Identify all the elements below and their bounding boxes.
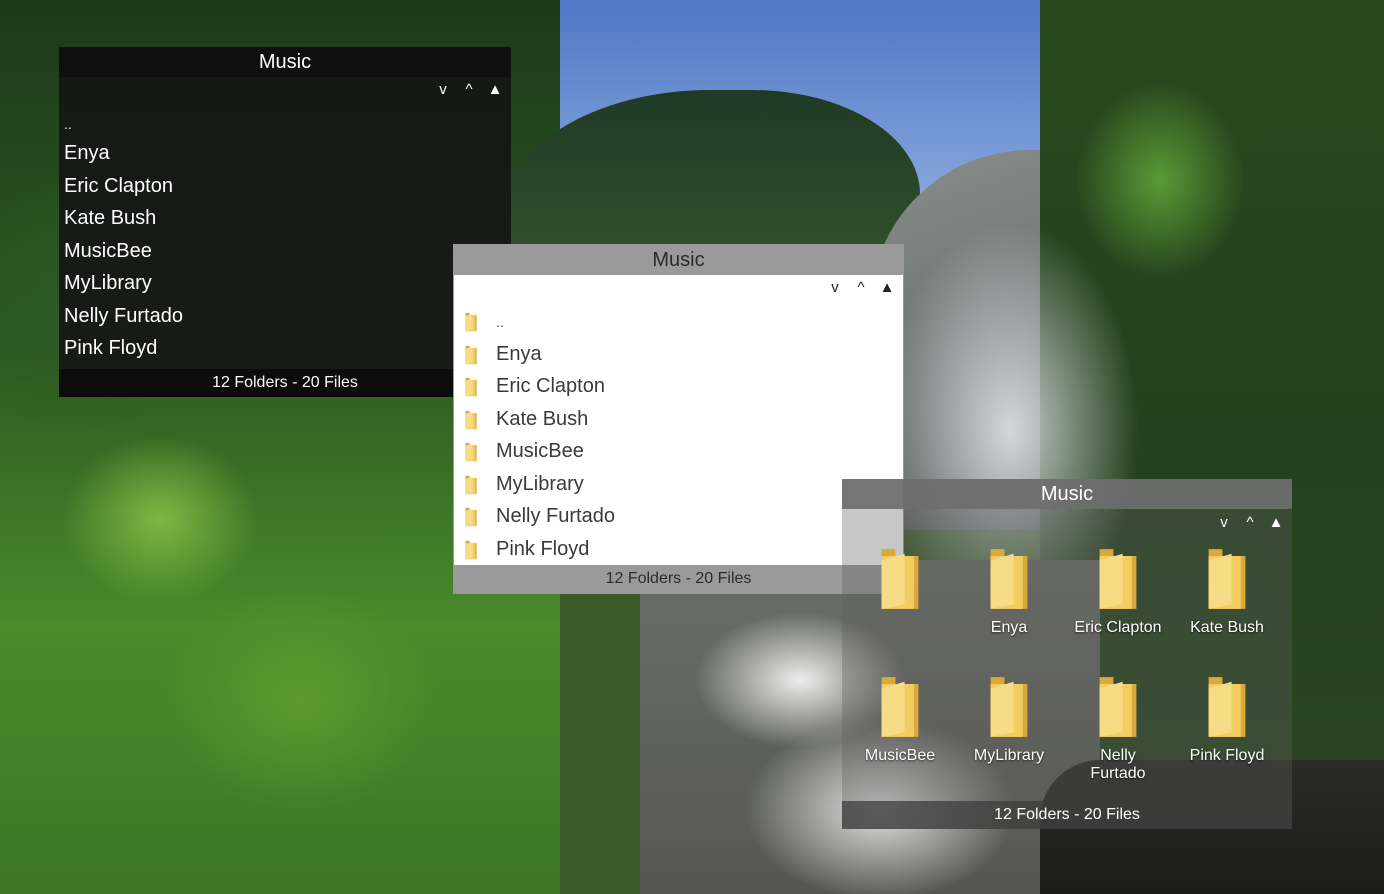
folder-icon (464, 345, 478, 365)
list-item[interactable]: MyLibrary (59, 267, 511, 300)
folder-icon (1095, 673, 1141, 741)
folder-tile-label: Kate Bush (1190, 619, 1264, 636)
list-item-label: MyLibrary (496, 472, 584, 495)
folder-tile[interactable]: MusicBee (846, 673, 954, 765)
folder-icon (877, 545, 923, 613)
scroll-up-button[interactable]: ^ (461, 81, 477, 98)
folder-icon (464, 410, 478, 430)
list-item[interactable]: Pink Floyd (59, 332, 511, 365)
window-title[interactable]: Music (842, 479, 1292, 509)
list-item[interactable]: Enya (454, 338, 903, 371)
list-item-label: .. (496, 314, 504, 330)
list-item[interactable]: Pink Floyd (454, 533, 903, 566)
folder-icon (464, 312, 478, 332)
list-item-parent[interactable]: .. (454, 305, 903, 338)
list-item-label: Pink Floyd (496, 537, 590, 560)
list-item[interactable]: Eric Clapton (454, 370, 903, 403)
folder-icon (464, 540, 478, 560)
scroll-up-button[interactable]: ^ (853, 279, 869, 296)
folder-list: .. Enya Eric Clapton Kate Bush MusicBee … (59, 111, 511, 365)
folder-tile-label: MusicBee (864, 747, 936, 764)
list-item[interactable]: Kate Bush (454, 403, 903, 436)
scroll-down-button[interactable]: v (1216, 514, 1232, 531)
scroll-down-button[interactable]: v (435, 81, 451, 98)
list-item[interactable]: Eric Clapton (59, 170, 511, 203)
folder-tile[interactable]: Enya (955, 545, 1063, 637)
folder-list: .. Enya Eric Clapton Kate Bush MusicBee MyLib… (454, 305, 903, 565)
folder-icon (877, 673, 923, 741)
list-item-label: Enya (496, 342, 542, 365)
list-item[interactable]: MyLibrary (454, 468, 903, 501)
window-controls: v ^ ▲ (827, 279, 895, 296)
folder-icon (464, 507, 478, 527)
list-item-parent[interactable]: .. (59, 111, 511, 137)
folder-tile-label: Enya (990, 619, 1028, 636)
window-controls: v ^ ▲ (1216, 514, 1284, 531)
go-to-top-button[interactable]: ▲ (1268, 514, 1284, 531)
status-bar: 12 Folders - 20 Files (842, 801, 1292, 829)
folder-tile[interactable]: MyLibrary (955, 673, 1063, 765)
music-window-icon-grid[interactable]: Music v ^ ▲ Enya Eric Clapton Kate Bush Mus… (842, 479, 1292, 829)
music-window-dark-list[interactable]: Music v ^ ▲ .. Enya Eric Clapton Kate Bu… (59, 47, 511, 397)
folder-tile[interactable]: Nelly Furtado (1064, 673, 1172, 783)
folder-icon (1095, 545, 1141, 613)
window-title[interactable]: Music (59, 47, 511, 77)
folder-icon (464, 475, 478, 495)
status-bar: 12 Folders - 20 Files (454, 565, 903, 593)
folder-icon (1204, 673, 1250, 741)
folder-tile-label: Pink Floyd (1189, 747, 1265, 764)
go-to-top-button[interactable]: ▲ (487, 81, 503, 98)
window-controls: v ^ ▲ (435, 81, 503, 98)
status-bar: 12 Folders - 20 Files (59, 369, 511, 397)
list-item-label: Kate Bush (496, 407, 589, 430)
list-item-label: MusicBee (496, 440, 584, 462)
go-to-top-button[interactable]: ▲ (879, 279, 895, 296)
folder-tile-label: Eric Clapton (1074, 619, 1162, 636)
folder-tile-label: MyLibrary (973, 747, 1045, 764)
scroll-up-button[interactable]: ^ (1242, 514, 1258, 531)
list-item[interactable]: Kate Bush (59, 202, 511, 235)
list-item-label: Eric Clapton (496, 375, 605, 397)
folder-tile-label: Nelly Furtado (1090, 747, 1146, 782)
folder-icon (464, 377, 478, 397)
folder-icon (986, 673, 1032, 741)
folder-tile[interactable]: Kate Bush (1173, 545, 1281, 637)
folder-tile[interactable]: Pink Floyd (1173, 673, 1281, 765)
music-window-light-list[interactable]: Music v ^ ▲ .. Enya Eric Clapton Kate Bush M… (453, 244, 904, 594)
list-item[interactable]: MusicBee (454, 435, 903, 468)
folder-tile[interactable] (846, 545, 954, 619)
folder-icon (1204, 545, 1250, 613)
window-title[interactable]: Music (454, 245, 903, 275)
list-item-label: Nelly Furtado (496, 505, 615, 527)
list-item[interactable]: Enya (59, 137, 511, 170)
list-item[interactable]: Nelly Furtado (454, 500, 903, 533)
folder-tile[interactable]: Eric Clapton (1064, 545, 1172, 637)
scroll-down-button[interactable]: v (827, 279, 843, 296)
list-item[interactable]: Nelly Furtado (59, 300, 511, 333)
list-item[interactable]: MusicBee (59, 235, 511, 268)
folder-icon (986, 545, 1032, 613)
folder-icon (464, 442, 478, 462)
